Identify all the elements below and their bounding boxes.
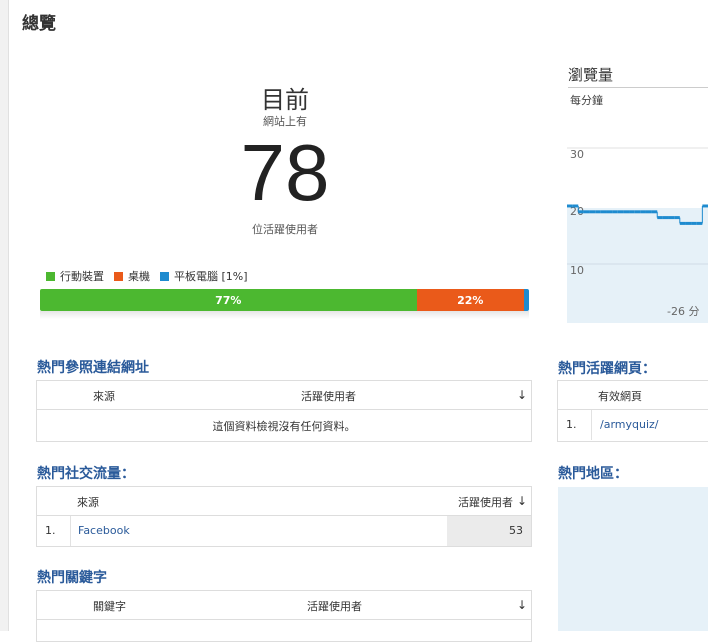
- legend-desktop: 桌機: [114, 268, 150, 284]
- desktop-swatch: [114, 271, 123, 281]
- tablet-swatch: [160, 271, 169, 281]
- device-bar-shadow: [40, 311, 529, 319]
- referrals-table: 來源 活躍使用者 ↓ 這個資料檢視沒有任何資料。: [36, 380, 532, 442]
- row-index: 1.: [566, 418, 577, 431]
- device-segment-tablet: [524, 289, 529, 311]
- keywords-col-keyword[interactable]: 關鍵字: [93, 598, 126, 614]
- social-header: 來源 活躍使用者 ↓: [37, 487, 531, 516]
- pageviews-subtitle: 每分鐘: [570, 94, 603, 107]
- locations-title: 熱門地區：: [558, 466, 628, 482]
- keywords-header: 關鍵字 活躍使用者 ↓: [37, 591, 531, 620]
- pageviews-title: 瀏覽量: [568, 66, 614, 84]
- mobile-swatch: [46, 271, 55, 281]
- active-users-caption: 位活躍使用者: [252, 223, 318, 236]
- table-row: 1. /armyquiz/: [558, 410, 708, 440]
- legend-tablet-label: 平板電腦 [1%]: [174, 270, 248, 283]
- left-sidebar: [0, 0, 9, 631]
- active-pages-title: 熱門活躍網頁：: [558, 361, 656, 377]
- social-source-link[interactable]: Facebook: [78, 524, 130, 537]
- legend-tablet: 平板電腦 [1%]: [160, 268, 248, 284]
- social-users-value: 53: [509, 524, 523, 537]
- social-col-source[interactable]: 來源: [77, 494, 99, 510]
- page-title: 總覽: [22, 14, 56, 34]
- device-segment-desktop: 22%: [416, 289, 525, 311]
- locations-map[interactable]: [558, 487, 708, 631]
- keywords-col-users[interactable]: 活躍使用者: [307, 598, 362, 614]
- social-table: 來源 活躍使用者 ↓ 1. Facebook 53: [36, 486, 532, 547]
- table-row: 1. Facebook 53: [37, 516, 531, 546]
- device-segment-mobile: 77%: [40, 289, 417, 311]
- social-col-users[interactable]: 活躍使用者: [458, 494, 513, 510]
- row-divider: [70, 516, 71, 546]
- referrals-col-users[interactable]: 活躍使用者: [301, 388, 356, 404]
- legend-desktop-label: 桌機: [128, 270, 150, 283]
- keywords-title: 熱門關鍵字: [37, 570, 107, 586]
- realtime-site-label: 網站上有: [263, 115, 307, 128]
- sort-down-icon[interactable]: ↓: [517, 598, 527, 612]
- active-pages-col-page[interactable]: 有效網頁: [598, 388, 642, 404]
- sort-down-icon[interactable]: ↓: [517, 494, 527, 508]
- social-title: 熱門社交流量：: [37, 466, 135, 482]
- sort-down-icon[interactable]: ↓: [517, 388, 527, 402]
- referrals-empty-message: 這個資料檢視沒有任何資料。: [212, 420, 356, 433]
- active-page-link[interactable]: /armyquiz/: [600, 418, 659, 431]
- y-tick-10: 10: [570, 264, 584, 277]
- x-axis-label: -26 分: [667, 305, 699, 318]
- legend-mobile-label: 行動裝置: [60, 270, 104, 283]
- device-legend: 行動裝置 桌機 平板電腦 [1%]: [46, 268, 248, 284]
- pageviews-divider: [568, 87, 708, 88]
- keywords-table: 關鍵字 活躍使用者 ↓: [36, 590, 532, 642]
- pageviews-chart: 30 20 10 -26 分: [567, 147, 708, 323]
- active-users-count: 78: [240, 128, 330, 217]
- row-index: 1.: [45, 524, 56, 537]
- y-tick-30: 30: [570, 148, 584, 161]
- active-pages-table: 有效網頁 1. /armyquiz/: [557, 380, 708, 442]
- referrals-header: 來源 活躍使用者 ↓: [37, 381, 531, 410]
- realtime-now-label: 目前: [261, 86, 309, 114]
- active-pages-header: 有效網頁: [558, 381, 708, 410]
- legend-mobile: 行動裝置: [46, 268, 104, 284]
- row-divider: [591, 410, 592, 440]
- referrals-empty-row: 這個資料檢視沒有任何資料。: [37, 410, 531, 440]
- referrals-col-source[interactable]: 來源: [93, 388, 115, 404]
- device-share-bar: 77% 22%: [40, 289, 529, 311]
- referrals-title: 熱門參照連結網址: [37, 360, 149, 376]
